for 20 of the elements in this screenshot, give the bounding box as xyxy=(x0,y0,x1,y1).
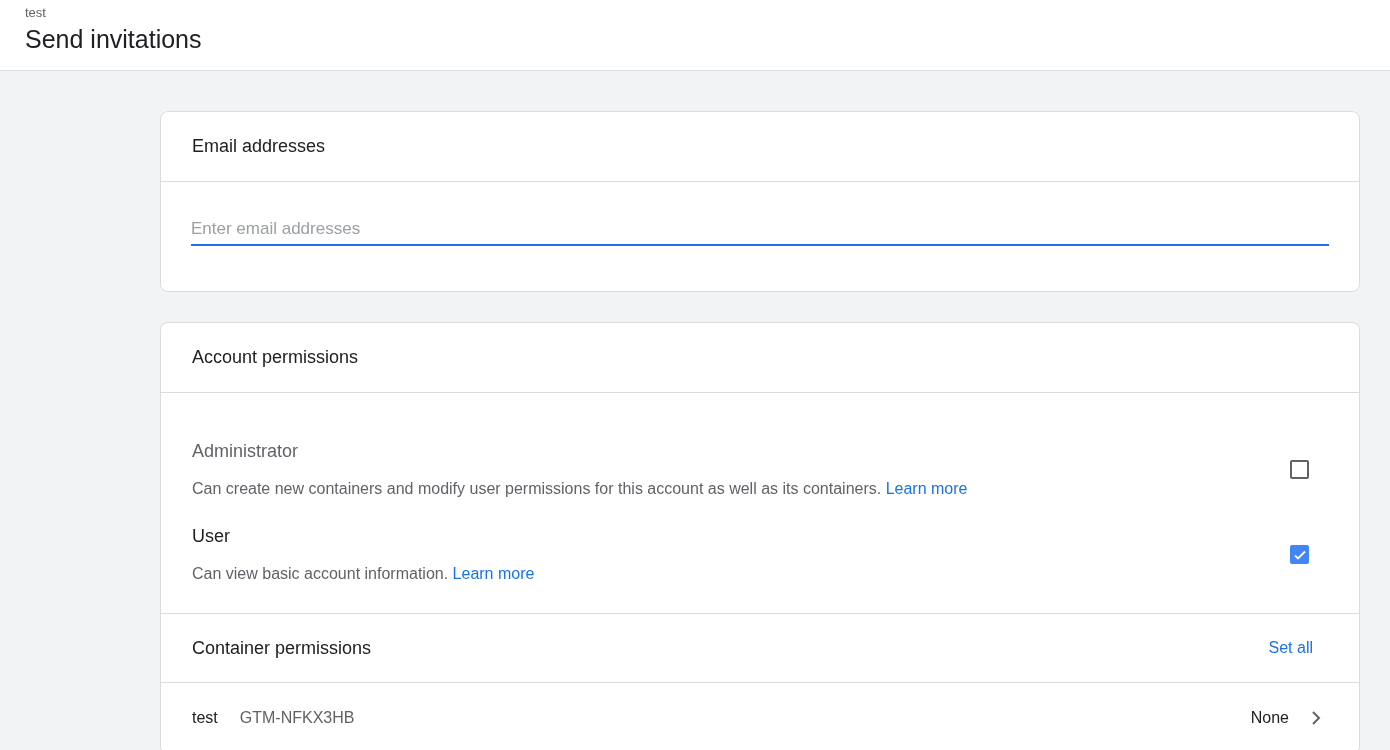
card-title: Account permissions xyxy=(192,346,359,369)
page-title: Send invitations xyxy=(25,24,203,55)
permission-value: None xyxy=(1250,708,1289,728)
role-description: Can create new containers and modify user permissions for this account as well as its containers. Learn more xyxy=(192,479,969,499)
role-checkbox[interactable] xyxy=(1290,460,1309,479)
container-row[interactable]: test GTM-NFKX3HB None xyxy=(161,683,1359,750)
role-name: User xyxy=(192,525,231,548)
chevron-right-icon xyxy=(1311,710,1321,726)
learn-more-link[interactable]: Learn more xyxy=(452,565,535,582)
role-name: Administrator xyxy=(192,440,300,463)
container-id: GTM-NFKX3HB xyxy=(239,708,356,728)
set-all-link[interactable]: Set all xyxy=(1268,636,1313,660)
container-name: test xyxy=(192,708,218,728)
learn-more-link[interactable]: Learn more xyxy=(885,480,968,497)
email-input-field[interactable]: Enter email addresses xyxy=(191,214,1329,246)
section-title: Container permissions xyxy=(192,636,372,660)
card-title: Email addresses xyxy=(192,135,326,158)
breadcrumb: test xyxy=(25,5,47,21)
role-description: Can view basic account information. Learn more xyxy=(192,564,536,584)
role-checkbox[interactable] xyxy=(1290,545,1309,564)
